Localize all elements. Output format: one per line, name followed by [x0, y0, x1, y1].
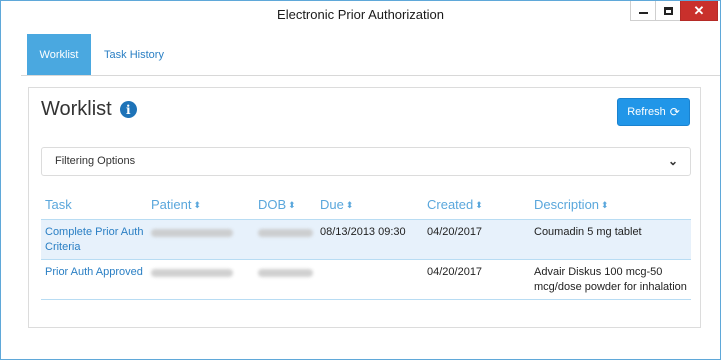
- minimize-icon: [638, 11, 648, 14]
- column-header-due-label: Due: [320, 197, 344, 212]
- dob-redacted: [258, 225, 318, 242]
- sort-icon: ⬍: [193, 200, 202, 210]
- tab-divider: [21, 75, 720, 76]
- column-header-created[interactable]: Created ⬍: [427, 197, 527, 212]
- column-header-patient-label: Patient: [151, 197, 192, 212]
- close-icon: ✕: [693, 2, 705, 18]
- column-header-task: Task: [45, 197, 150, 212]
- worklist-panel: Worklist i Refresh ⟳ Filtering Options ⌄…: [28, 87, 701, 328]
- column-header-description[interactable]: Description ⬍: [534, 197, 691, 212]
- chevron-down-icon: ⌄: [667, 154, 678, 168]
- patient-name-redacted: [151, 225, 251, 242]
- column-header-dob[interactable]: DOB ⬍: [258, 197, 318, 212]
- redacted-block: [151, 269, 233, 277]
- dob-redacted: [258, 265, 318, 282]
- table-row[interactable]: Complete Prior Auth Criteria 08/13/2013 …: [41, 220, 691, 260]
- created-cell: 04/20/2017: [427, 266, 483, 278]
- minimize-button[interactable]: [630, 1, 656, 21]
- maximize-icon: [663, 6, 673, 15]
- refresh-icon: ⟳: [669, 105, 680, 119]
- patient-name-redacted: [151, 265, 251, 282]
- redacted-block: [258, 229, 313, 237]
- table-header: Task Patient ⬍ DOB ⬍ Due ⬍ Created ⬍ Descrip…: [41, 194, 691, 220]
- created-cell: 04/20/2017: [427, 226, 483, 238]
- sort-icon: ⬍: [288, 200, 296, 210]
- task-link[interactable]: Prior Auth Approved: [45, 265, 150, 280]
- refresh-button[interactable]: Refresh ⟳: [617, 98, 690, 126]
- close-button[interactable]: ✕: [680, 1, 718, 21]
- column-header-patient[interactable]: Patient ⬍: [151, 197, 251, 212]
- tab-worklist[interactable]: Worklist: [27, 34, 91, 76]
- redacted-block: [258, 269, 313, 277]
- title-bar[interactable]: Electronic Prior Authorization ✕: [1, 1, 720, 29]
- sort-icon: ⬍: [345, 200, 354, 210]
- info-icon[interactable]: i: [119, 101, 137, 118]
- description-cell: Coumadin 5 mg tablet: [534, 226, 642, 238]
- tab-task-history[interactable]: Task History: [97, 34, 171, 76]
- filtering-options-label: Filtering Options: [55, 155, 136, 167]
- maximize-button[interactable]: [655, 1, 681, 21]
- description-cell: Advair Diskus 100 mcg-50 mcg/dose powder…: [534, 266, 687, 293]
- task-link[interactable]: Complete Prior Auth Criteria: [45, 225, 150, 255]
- column-header-created-label: Created: [427, 197, 474, 212]
- column-header-due[interactable]: Due ⬍: [320, 197, 420, 212]
- due-cell: 08/13/2013 09:30: [320, 226, 406, 238]
- column-header-description-label: Description: [534, 197, 600, 212]
- sort-icon: ⬍: [601, 200, 609, 210]
- filtering-options-toggle[interactable]: Filtering Options ⌄: [41, 147, 691, 176]
- column-header-task-label: Task: [45, 197, 72, 212]
- redacted-block: [151, 229, 233, 237]
- app-window: Electronic Prior Authorization ✕ Worklis…: [0, 0, 721, 360]
- worklist-table: Task Patient ⬍ DOB ⬍ Due ⬍ Created ⬍ Descrip…: [41, 194, 691, 300]
- table-row[interactable]: Prior Auth Approved 04/20/2017 Advair Di…: [41, 260, 691, 300]
- window-title: Electronic Prior Authorization: [277, 7, 444, 22]
- page-title-text: Worklist: [41, 98, 112, 120]
- sort-icon: ⬍: [475, 200, 483, 210]
- column-header-dob-label: DOB: [258, 197, 287, 212]
- page-title: Worklist i: [41, 98, 137, 121]
- refresh-label: Refresh: [627, 106, 666, 118]
